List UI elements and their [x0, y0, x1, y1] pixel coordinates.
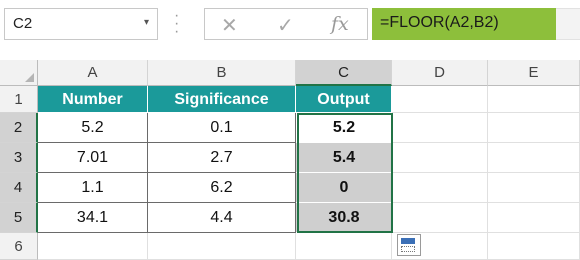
cell-d4[interactable]	[392, 173, 488, 203]
cell-a6[interactable]	[38, 233, 148, 260]
cell-a5[interactable]: 34.1	[38, 203, 148, 233]
more-options-icon[interactable]: · · ·	[174, 8, 179, 40]
name-box-value: C2	[13, 15, 33, 32]
dropdown-arrow-icon[interactable]: ▾	[144, 17, 149, 28]
row-header-5[interactable]: 5	[0, 203, 38, 233]
cell-e1[interactable]	[488, 86, 580, 113]
cell-b2[interactable]: 0.1	[148, 113, 296, 143]
cell-a3[interactable]: 7.01	[38, 143, 148, 173]
cell-d3[interactable]	[392, 143, 488, 173]
cell-b3[interactable]: 2.7	[148, 143, 296, 173]
cell-e6[interactable]	[488, 233, 580, 260]
cell-c6[interactable]	[296, 233, 392, 260]
spreadsheet-grid: A B C D E 1 2 3 4 5 6 Number Significanc…	[0, 60, 580, 260]
select-all-button[interactable]	[0, 60, 38, 86]
cell-e2[interactable]	[488, 113, 580, 143]
column-header-c[interactable]: C	[296, 60, 392, 86]
formula-bar: C2 ▾ · · · ✕ ✓ fx =FLOOR(A2,B2)	[0, 0, 580, 54]
cell-b6[interactable]	[148, 233, 296, 260]
formula-buttons: ✕ ✓ fx	[204, 8, 368, 40]
table-header-significance[interactable]: Significance	[148, 86, 296, 113]
cell-b4[interactable]: 6.2	[148, 173, 296, 203]
column-header-e[interactable]: E	[488, 60, 580, 86]
column-header-d[interactable]: D	[392, 60, 488, 86]
cell-e4[interactable]	[488, 173, 580, 203]
cell-e3[interactable]	[488, 143, 580, 173]
row-header-3[interactable]: 3	[0, 143, 38, 173]
cancel-icon[interactable]: ✕	[221, 13, 238, 38]
table-header-output[interactable]: Output	[296, 86, 392, 113]
cell-b5[interactable]: 4.4	[148, 203, 296, 233]
formula-input-extension[interactable]	[556, 8, 580, 40]
quick-analysis-icon[interactable]	[397, 234, 421, 256]
select-all-icon	[25, 73, 34, 82]
quick-analysis-icon-top	[401, 238, 415, 244]
table-header-number[interactable]: Number	[38, 86, 148, 113]
fx-icon[interactable]: fx	[331, 13, 349, 35]
formula-input[interactable]: =FLOOR(A2,B2)	[372, 8, 556, 40]
row-header-6[interactable]: 6	[0, 233, 38, 260]
cell-e5[interactable]	[488, 203, 580, 233]
row-header-1[interactable]: 1	[0, 86, 38, 113]
name-box[interactable]: C2 ▾	[4, 8, 158, 40]
cell-d5[interactable]	[392, 203, 488, 233]
cell-c4[interactable]: 0	[296, 173, 392, 203]
row-header-2[interactable]: 2	[0, 113, 38, 143]
cell-d2[interactable]	[392, 113, 488, 143]
cell-c2[interactable]: 5.2	[296, 113, 392, 143]
cell-a2[interactable]: 5.2	[38, 113, 148, 143]
quick-analysis-icon-bottom	[401, 246, 415, 252]
cell-c3[interactable]: 5.4	[296, 143, 392, 173]
column-header-a[interactable]: A	[38, 60, 148, 86]
row-header-4[interactable]: 4	[0, 173, 38, 203]
formula-text: =FLOOR(A2,B2)	[380, 14, 499, 31]
cell-d1[interactable]	[392, 86, 488, 113]
cell-c5[interactable]: 30.8	[296, 203, 392, 233]
enter-icon[interactable]: ✓	[277, 13, 294, 38]
column-header-b[interactable]: B	[148, 60, 296, 86]
cell-a4[interactable]: 1.1	[38, 173, 148, 203]
